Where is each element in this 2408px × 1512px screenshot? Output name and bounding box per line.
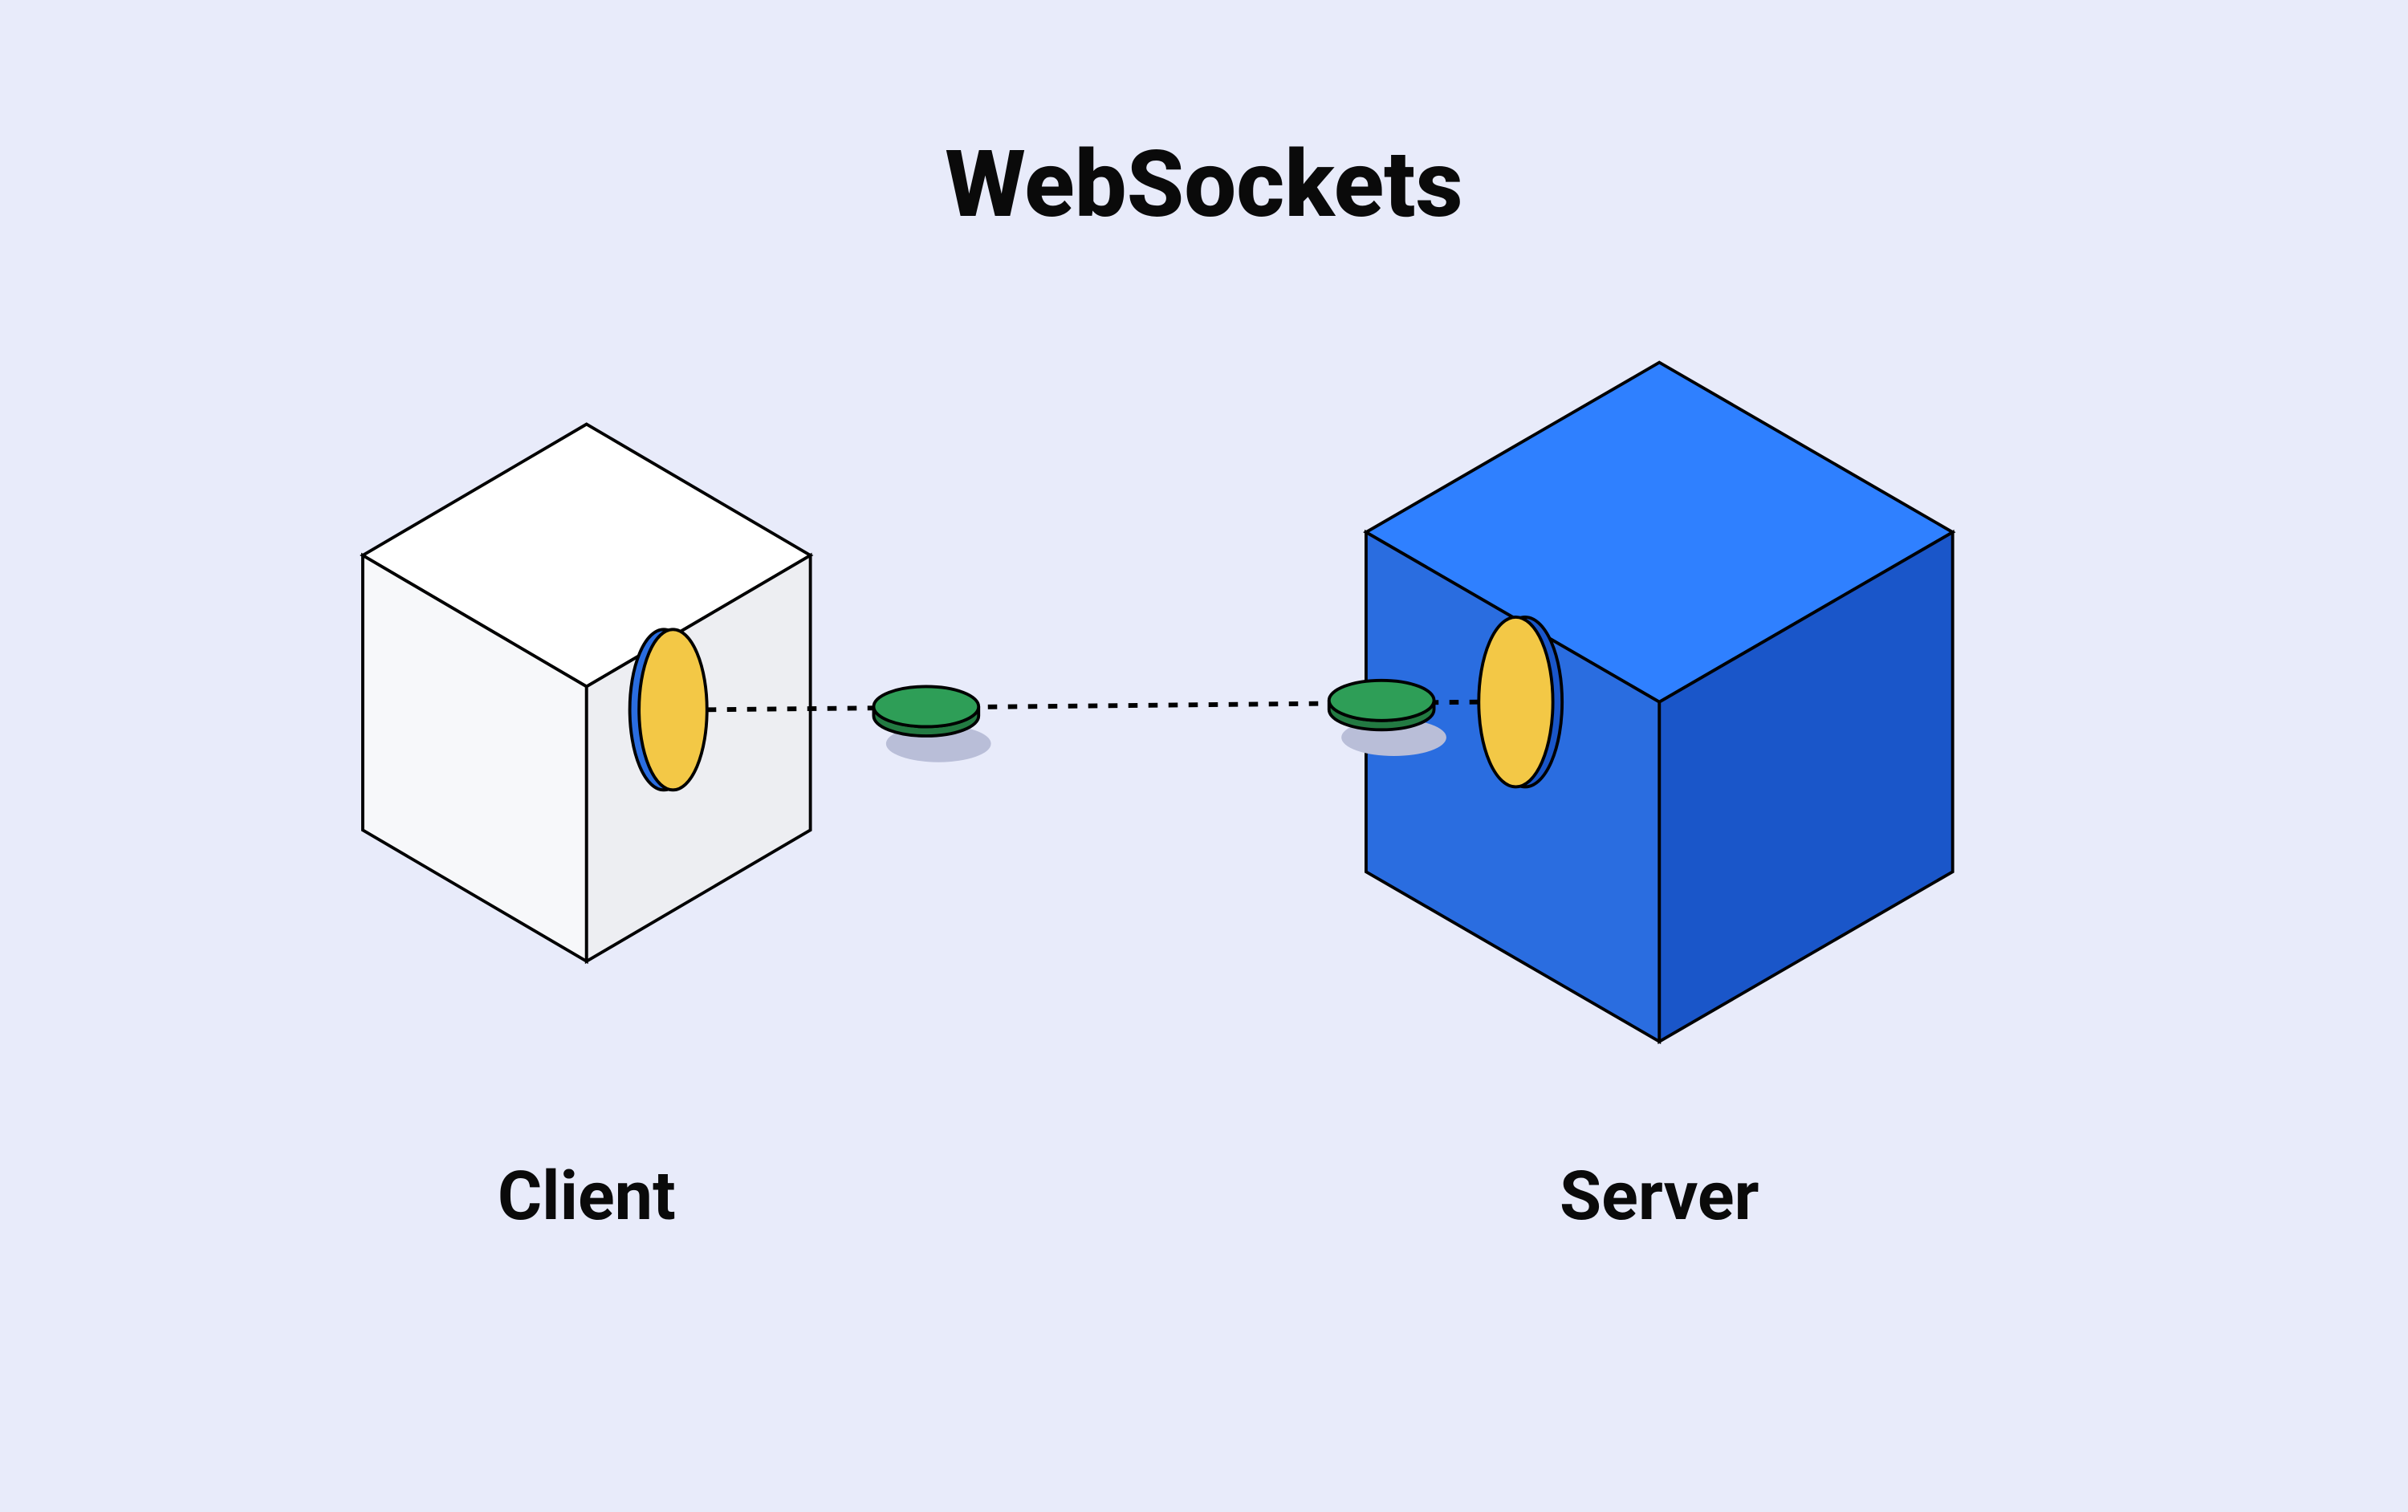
server-label: Server: [1560, 1156, 1759, 1236]
packet-left-top: [873, 686, 978, 726]
server-port-front: [1479, 617, 1552, 787]
client-port: [630, 629, 707, 790]
diagram-svg: WebSockets: [0, 0, 2408, 1512]
client-cube: [363, 425, 811, 961]
packet-left: [873, 686, 990, 762]
client-port-front: [639, 629, 707, 790]
packet-right: [1329, 681, 1446, 756]
server-port: [1479, 617, 1562, 787]
diagram-title: WebSockets: [945, 131, 1463, 239]
diagram-stage: WebSockets: [0, 0, 2408, 1512]
packet-right-top: [1329, 681, 1434, 721]
client-label: Client: [498, 1156, 676, 1236]
